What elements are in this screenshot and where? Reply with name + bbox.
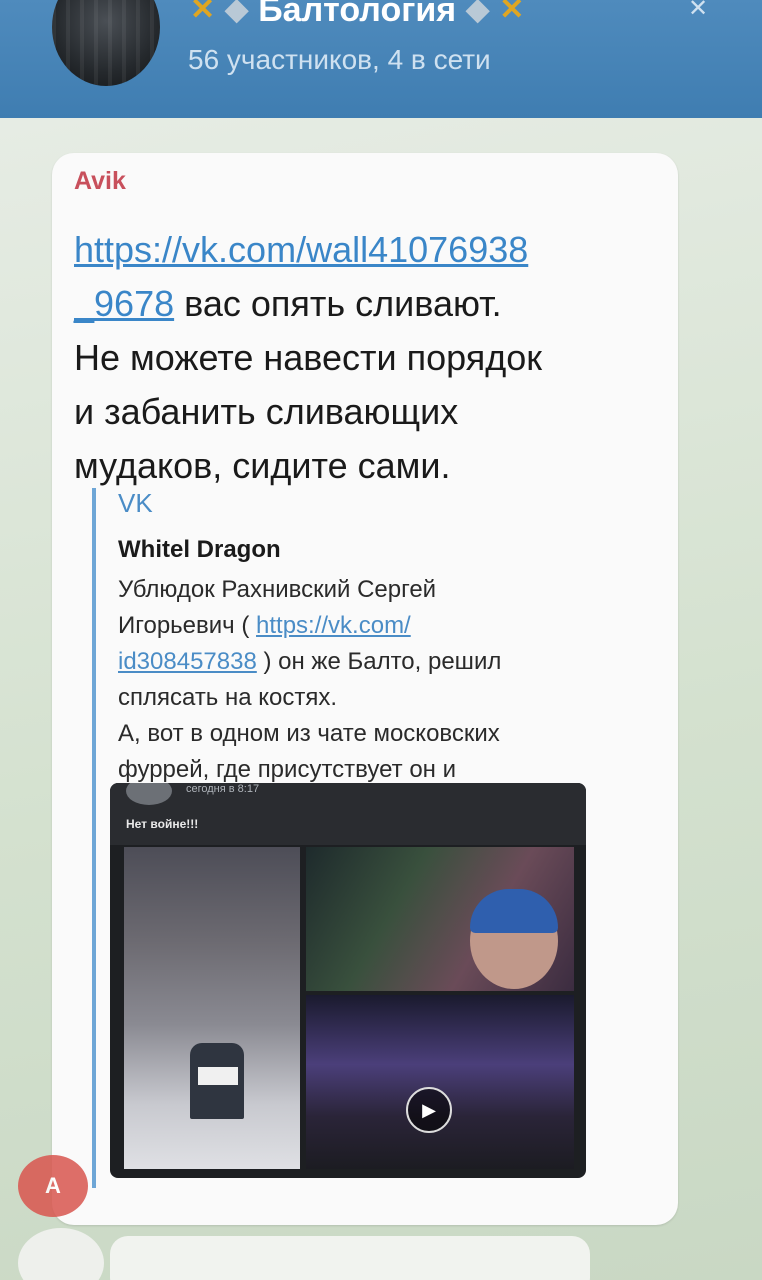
message-text-line3: и забанить сливающих: [74, 391, 459, 432]
avatar-texture: [52, 0, 160, 86]
chat-subtitle: 56 участников, 4 в сети: [188, 44, 491, 75]
media-photo-protester[interactable]: [124, 847, 300, 1169]
media-photo-crowd[interactable]: [306, 847, 574, 991]
chat-title: Балтология: [258, 0, 457, 29]
message-text-line4: мудаков, сидите сами.: [74, 445, 451, 486]
link-preview[interactable]: VK Whitel Dragon Ублюдок Рахнивский Серг…: [92, 488, 652, 1188]
message-sender[interactable]: Avik: [74, 167, 126, 196]
message-text: https://vk.com/wall41076938 _9678 вас оп…: [74, 223, 644, 493]
play-icon[interactable]: ▶: [406, 1087, 452, 1133]
preview-desc-line2: Игорьевич (: [118, 612, 257, 639]
preview-desc-line4: сплясать на костях.: [118, 684, 338, 711]
group-avatar[interactable]: [52, 0, 160, 86]
preview-description: Ублюдок Рахнивский Сергей Игорьевич ( ht…: [118, 572, 618, 788]
preview-media[interactable]: сегодня в 8:17 Нет войне!!! ▶: [110, 783, 586, 1178]
wolf-emoji-icon: ◆: [466, 0, 490, 26]
wolf-emoji-icon: ◆: [225, 0, 249, 26]
media-post-time: сегодня в 8:17: [186, 783, 260, 795]
preview-desc-line3: ) он же Балто, решил: [256, 648, 502, 675]
message-text-line1: вас опять сливают.: [174, 283, 502, 324]
muted-icon: ✕: [688, 0, 709, 22]
message-link[interactable]: https://vk.com/wall41076938: [74, 229, 528, 270]
scroll-to-mention-button[interactable]: A: [18, 1155, 88, 1217]
preview-title: Whitel Dragon: [118, 536, 281, 563]
chat-title-row: ✕ ◆ Балтология ◆ ✕: [190, 0, 524, 30]
message-link-cont[interactable]: _9678: [74, 283, 174, 324]
photo-hat-shape: [470, 889, 558, 933]
message-bubble[interactable]: Avik https://vk.com/wall41076938 _9678 в…: [52, 153, 678, 1225]
media-author-avatar: [126, 783, 172, 805]
chat-header[interactable]: ✕ ◆ Балтология ◆ ✕ ✕ 56 участников, 4 в …: [0, 0, 762, 118]
preview-desc-link-cont[interactable]: id308457838: [118, 648, 257, 675]
ribbon-emoji-icon: ✕: [190, 0, 216, 26]
media-post-header: сегодня в 8:17 Нет войне!!!: [110, 783, 586, 845]
ribbon-emoji-icon: ✕: [499, 0, 525, 26]
message-text-line2: Не можете навести порядок: [74, 337, 543, 378]
preview-desc-line6: фуррей, где присутствует он и: [118, 756, 456, 783]
preview-desc-line1: Ублюдок Рахнивский Сергей: [118, 576, 437, 603]
media-video-thumbnail[interactable]: ▶: [306, 995, 574, 1169]
photo-sign-shape: [198, 1067, 238, 1085]
preview-site-name: VK: [118, 488, 153, 518]
preview-desc-link[interactable]: https://vk.com/: [256, 612, 411, 639]
media-post-caption: Нет войне!!!: [126, 817, 199, 831]
preview-desc-line5: А, вот в одном из чате московских: [118, 720, 500, 747]
next-message-bubble[interactable]: [110, 1236, 590, 1280]
